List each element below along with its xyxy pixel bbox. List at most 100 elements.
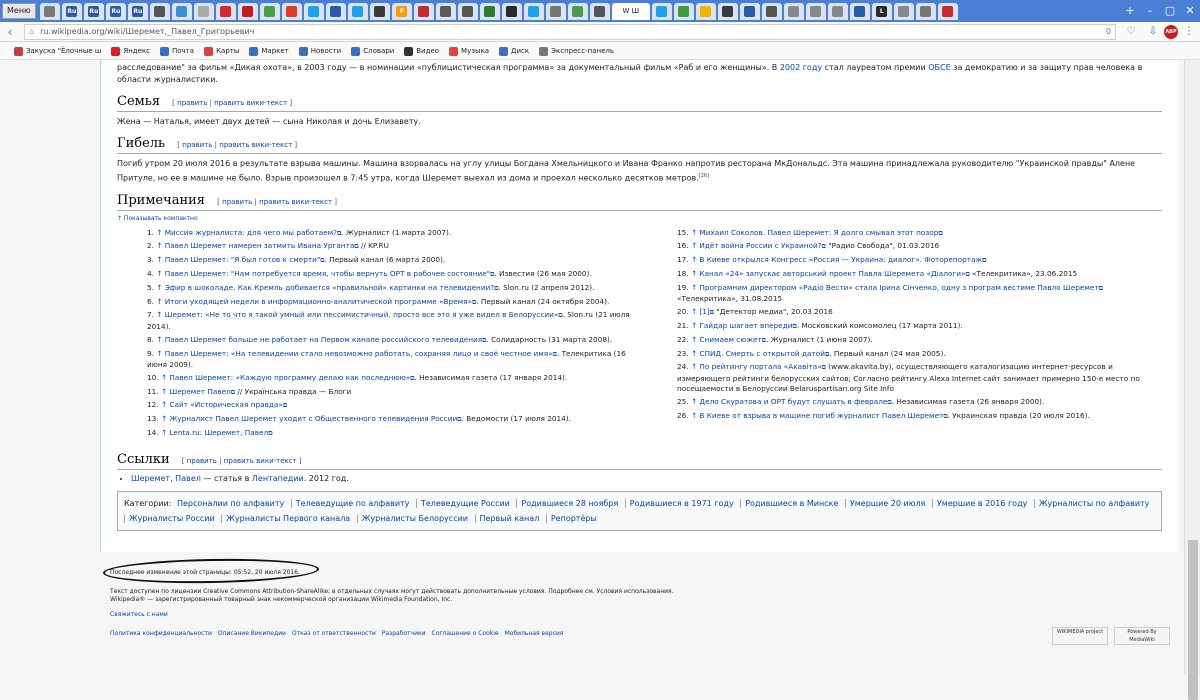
tab-2[interactable]: Ru bbox=[83, 2, 104, 20]
ref-link[interactable]: Павел Шеремет намерен затмить Ивана Урга… bbox=[165, 241, 355, 250]
link-obse[interactable]: ОБСЕ bbox=[928, 63, 950, 72]
tab-23[interactable] bbox=[545, 2, 566, 20]
tab-right-12[interactable] bbox=[915, 2, 936, 20]
edit-wiki-link[interactable]: править вики-текст bbox=[214, 99, 287, 107]
edit-wiki-link[interactable]: править вики-текст bbox=[259, 198, 332, 206]
ref-link[interactable]: Шеремет Павел bbox=[169, 387, 230, 396]
edit-link[interactable]: править bbox=[222, 198, 252, 206]
bookmark-item[interactable]: Новости bbox=[298, 46, 341, 56]
ref-backlink[interactable]: ↑ bbox=[156, 255, 162, 264]
ref-backlink[interactable]: ↑ bbox=[691, 228, 697, 237]
edit-link[interactable]: править bbox=[177, 99, 207, 107]
tab-24[interactable] bbox=[567, 2, 588, 20]
tab-8[interactable] bbox=[215, 2, 236, 20]
tab-right-6[interactable] bbox=[783, 2, 804, 20]
ref-backlink[interactable]: ↑ bbox=[161, 373, 167, 382]
ref-backlink[interactable]: ↑ bbox=[691, 397, 697, 406]
ref-link[interactable]: Сайт «Историческая правда» bbox=[169, 400, 282, 409]
ref-backlink[interactable]: ↑ bbox=[691, 321, 697, 330]
scrollbar[interactable] bbox=[1184, 60, 1200, 700]
edit-wiki-link[interactable]: править вики-текст bbox=[224, 457, 297, 465]
tab-6[interactable] bbox=[171, 2, 192, 20]
ref-link[interactable]: Дело Скуратова и ОРТ будут слушать в фев… bbox=[699, 397, 887, 406]
tab-right-5[interactable] bbox=[761, 2, 782, 20]
ref-backlink[interactable]: ↑ bbox=[691, 283, 697, 292]
ref-backlink[interactable]: ↑ bbox=[161, 428, 167, 437]
ref-backlink[interactable]: ↑ bbox=[691, 307, 697, 316]
category-link[interactable]: Репортёры bbox=[545, 513, 601, 523]
category-link[interactable]: Персоналии по алфавиту bbox=[174, 499, 288, 508]
ref-link[interactable]: Канал «24» запускає авторський проект Па… bbox=[699, 269, 965, 278]
ref-link[interactable]: Гайдар шагает впереди bbox=[699, 321, 792, 330]
tab-right-7[interactable] bbox=[805, 2, 826, 20]
category-link[interactable]: Умершие 20 июля bbox=[844, 498, 930, 508]
ref-link[interactable]: Павел Шеремет: «Каждую программу делаю к… bbox=[169, 373, 410, 382]
ref-backlink[interactable]: ↑ bbox=[156, 269, 162, 278]
ref-link[interactable]: Михаил Соколов. Павел Шеремет: Я долго с… bbox=[699, 228, 938, 237]
download-icon[interactable]: ⇩ bbox=[1145, 26, 1161, 37]
tab-16[interactable]: P bbox=[391, 2, 412, 20]
ref-backlink[interactable]: ↑ bbox=[156, 335, 162, 344]
ref-backlink[interactable]: ↑ bbox=[156, 228, 162, 237]
new-tab-icon[interactable]: + bbox=[1124, 3, 1136, 19]
category-link[interactable]: Телеведущие по алфавиту bbox=[290, 498, 414, 508]
close-window-icon[interactable]: ✕ bbox=[1184, 3, 1196, 19]
ref-link[interactable]: Эфир в шоколаде. Как Кремль добивается «… bbox=[165, 283, 494, 292]
tab-5[interactable] bbox=[149, 2, 170, 20]
ref-backlink[interactable]: ↑ bbox=[161, 414, 167, 423]
link-year[interactable]: 2002 году bbox=[780, 63, 822, 72]
tab-right-1[interactable] bbox=[673, 2, 694, 20]
ref-backlink[interactable]: ↑ bbox=[156, 297, 162, 306]
tab-right-4[interactable] bbox=[739, 2, 760, 20]
tab-13[interactable] bbox=[325, 2, 346, 20]
ref-link[interactable]: Lenta.ru: Шеремет, Павел bbox=[169, 428, 268, 437]
tab-17[interactable] bbox=[413, 2, 434, 20]
tab-22[interactable] bbox=[523, 2, 544, 20]
adblock-icon[interactable]: ABP bbox=[1164, 24, 1178, 39]
show-compact-link[interactable]: ↑ Показывать компактно bbox=[117, 215, 1162, 222]
ref-backlink[interactable]: ↑ bbox=[691, 241, 697, 250]
ref-backlink[interactable]: ↑ bbox=[156, 283, 162, 292]
footer-link[interactable]: Отказ от ответственности bbox=[292, 630, 376, 637]
wikimedia-badge[interactable]: WIKIMEDIA project bbox=[1052, 627, 1108, 645]
ref-backlink[interactable]: ↑ bbox=[156, 241, 162, 250]
tab-right-0[interactable] bbox=[651, 2, 672, 20]
category-link[interactable]: Журналисты по алфавиту bbox=[1033, 498, 1154, 508]
ref-link[interactable]: Журналист Павел Шеремет уходит с Обществ… bbox=[169, 414, 457, 423]
ref-link[interactable]: Миссия журналиста: для чего мы работаем? bbox=[165, 228, 337, 237]
ref-link[interactable]: Павел Шеремет: "Нам потребуется время, ч… bbox=[165, 269, 490, 278]
ref-link[interactable]: Павел Шеремет: "Я был готов к смерти" bbox=[165, 255, 321, 264]
mediawiki-badge[interactable]: Powered By MediaWiki bbox=[1114, 627, 1170, 645]
category-link[interactable]: Журналисты Белоруссии bbox=[356, 513, 472, 523]
tab-12[interactable] bbox=[303, 2, 324, 20]
ref-link[interactable]: [1] bbox=[699, 307, 709, 316]
ref-link[interactable]: Снимаем сюжет bbox=[699, 335, 761, 344]
tab-right-10[interactable]: L bbox=[871, 2, 892, 20]
tab-15[interactable] bbox=[369, 2, 390, 20]
bookmark-item[interactable]: Видео bbox=[404, 46, 439, 56]
tab-10[interactable] bbox=[259, 2, 280, 20]
footer-link[interactable]: Соглашение о Cookie bbox=[432, 630, 499, 637]
ref-link[interactable]: Програмним директором «Радіо Вести» стал… bbox=[699, 283, 1098, 292]
scrollbar-thumb[interactable] bbox=[1188, 540, 1198, 700]
category-link[interactable]: Первый канал bbox=[474, 513, 544, 523]
bookmark-item[interactable]: Карты bbox=[204, 46, 239, 56]
tab-9[interactable] bbox=[237, 2, 258, 20]
ref-link[interactable]: Шеремет: «Не то что я такой умный или пе… bbox=[165, 310, 559, 319]
edit-wiki-link[interactable]: править вики-текст bbox=[219, 141, 292, 149]
ref-backlink[interactable]: ↑ bbox=[691, 349, 697, 358]
footer-link[interactable]: Политика конфиденциальности bbox=[110, 630, 212, 637]
ref-backlink[interactable]: ↑ bbox=[161, 400, 167, 409]
tab-7[interactable] bbox=[193, 2, 214, 20]
back-arrow-icon[interactable]: ‹ bbox=[0, 25, 20, 39]
tab-right-9[interactable] bbox=[849, 2, 870, 20]
ref-link[interactable]: В Киеве открылся Конгресс «Россия — Укра… bbox=[699, 255, 982, 264]
tab-right-8[interactable] bbox=[827, 2, 848, 20]
heart-icon[interactable]: ♡ bbox=[1123, 26, 1139, 37]
edit-link[interactable]: править bbox=[182, 141, 212, 149]
url-field[interactable]: ⌂ ru.wikipedia.org/wiki/Шеремет,_Павел_Г… bbox=[24, 23, 1116, 40]
ref-26-link[interactable]: [26] bbox=[699, 173, 709, 179]
bookmark-item[interactable]: Музыка bbox=[449, 46, 489, 56]
lentapedia-link[interactable]: Лентапедии bbox=[252, 474, 304, 483]
footer-link[interactable]: Разработчики bbox=[382, 630, 426, 637]
